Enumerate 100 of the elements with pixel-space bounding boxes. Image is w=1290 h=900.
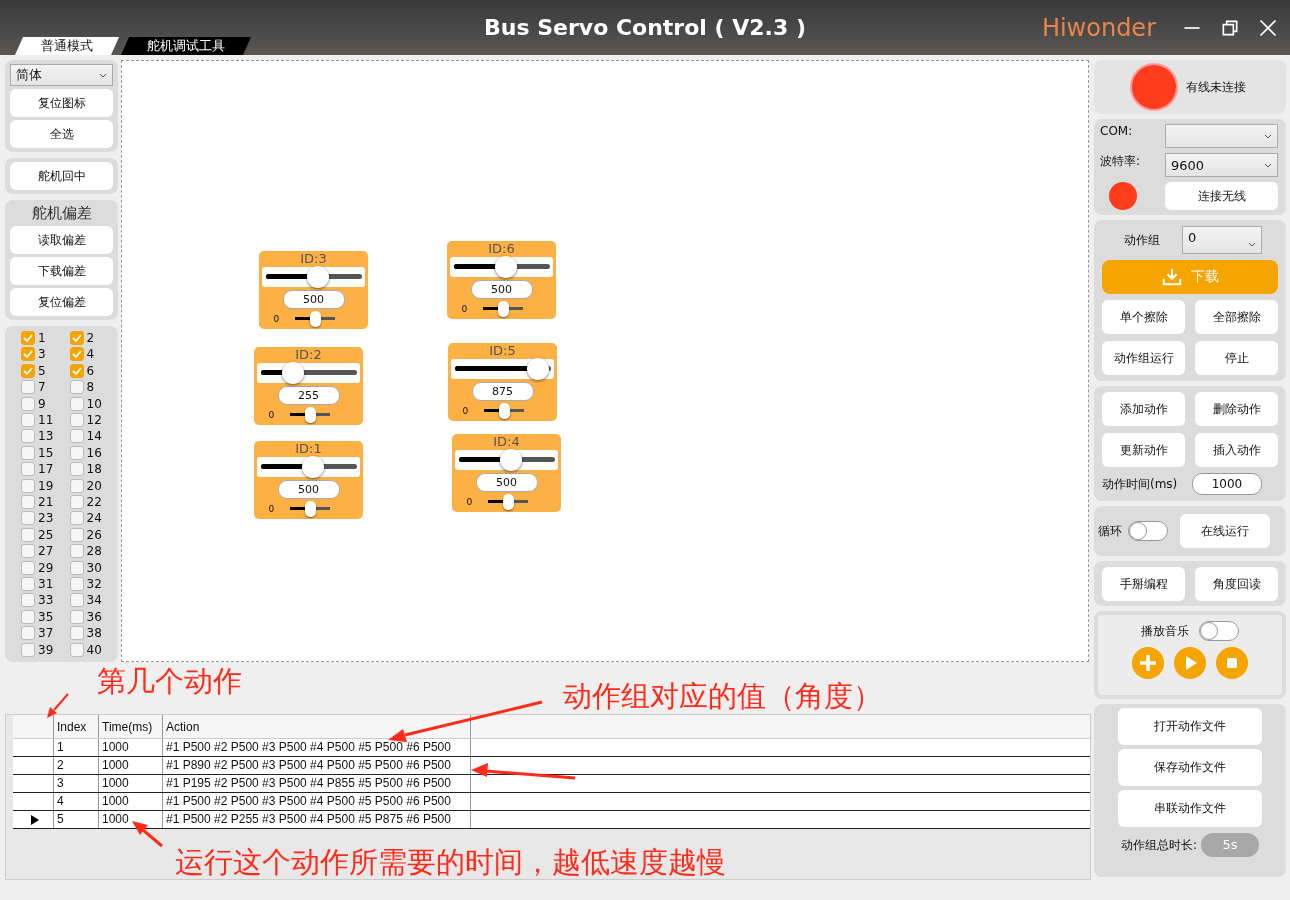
checkbox-label[interactable]: 12	[86, 412, 102, 427]
checkbox-label[interactable]: 2	[86, 331, 95, 345]
checkbox[interactable]	[21, 593, 35, 608]
checkbox-label[interactable]: 33	[38, 593, 54, 608]
table-row[interactable]: 1 1000 #1 P500 #2 P500 #3 P500 #4 P500 #5 P500 #6 P500	[13, 739, 1090, 757]
checkbox-label[interactable]: 7	[38, 380, 46, 395]
com-dropdown[interactable]	[1165, 124, 1278, 148]
group-dropdown[interactable]: 0	[1182, 226, 1262, 254]
checkbox[interactable]	[69, 511, 84, 526]
value-field[interactable]: 500	[282, 290, 345, 309]
checkbox-label[interactable]: 31	[38, 576, 54, 591]
checkbox-label[interactable]: 28	[86, 544, 102, 559]
checkbox[interactable]	[21, 462, 35, 477]
checkbox-label[interactable]: 19	[38, 478, 54, 493]
checkbox[interactable]	[69, 527, 84, 542]
checkbox[interactable]	[21, 527, 35, 542]
checkbox-label[interactable]: 11	[38, 412, 54, 427]
checkbox-label[interactable]: 8	[86, 380, 95, 395]
servo-slider[interactable]	[260, 456, 357, 478]
loop-toggle[interactable]	[1128, 521, 1168, 541]
button[interactable]: 动作组运行	[1102, 341, 1185, 375]
checkbox-label[interactable]: 6	[86, 363, 95, 378]
checkbox[interactable]	[69, 347, 84, 362]
checkbox[interactable]	[69, 560, 84, 575]
checkbox[interactable]	[21, 429, 35, 444]
servo-slider[interactable]	[454, 358, 551, 380]
table-row[interactable]: 3 1000 #1 P195 #2 P500 #3 P500 #4 P855 #5 P500 #6 P500	[13, 775, 1090, 793]
checkbox-label[interactable]: 32	[86, 576, 102, 591]
button[interactable]: 手掰编程	[1102, 567, 1185, 601]
checkbox-label[interactable]: 25	[38, 527, 54, 542]
tab[interactable]: 舵机调试工具	[121, 37, 251, 55]
checkbox[interactable]	[69, 445, 84, 460]
table-row[interactable]: 2 1000 #1 P890 #2 P500 #3 P500 #4 P500 #5 P500 #6 P500	[13, 757, 1090, 775]
value-field[interactable]: 500	[277, 480, 340, 499]
close-icon[interactable]	[1258, 17, 1278, 38]
button[interactable]: 下载偏差	[10, 257, 113, 285]
language-dropdown[interactable]: 简体	[10, 64, 113, 86]
checkbox-label[interactable]: 5	[38, 363, 46, 378]
tab[interactable]: 普通模式	[15, 37, 119, 55]
button[interactable]: 更新动作	[1102, 433, 1185, 467]
checkbox-label[interactable]: 15	[38, 445, 54, 460]
button[interactable]: 角度回读	[1195, 567, 1278, 601]
checkbox-label[interactable]: 9	[38, 396, 46, 411]
time-field[interactable]: 1000	[1192, 473, 1262, 495]
checkbox[interactable]	[21, 445, 35, 460]
checkbox[interactable]	[21, 380, 35, 395]
button[interactable]: 保存动作文件	[1118, 749, 1262, 786]
servo-slider[interactable]	[453, 256, 550, 278]
checkbox[interactable]	[69, 331, 84, 345]
add-icon[interactable]	[1132, 647, 1164, 679]
checkbox-label[interactable]: 20	[86, 478, 102, 493]
checkbox-label[interactable]: 35	[38, 609, 54, 624]
checkbox[interactable]	[69, 609, 84, 624]
button[interactable]: 读取偏差	[10, 226, 113, 254]
button[interactable]: 在线运行	[1180, 514, 1270, 548]
music-toggle[interactable]	[1199, 621, 1239, 641]
fine-slider[interactable]	[488, 494, 529, 510]
table-row[interactable]: 5 1000 #1 P500 #2 P255 #3 P500 #4 P500 #5 P875 #6 P500	[13, 811, 1090, 829]
button[interactable]: 添加动作	[1102, 392, 1185, 426]
stop-icon[interactable]	[1216, 647, 1248, 679]
checkbox-label[interactable]: 36	[86, 609, 102, 624]
fine-slider[interactable]	[290, 501, 331, 517]
table-row[interactable]: 4 1000 #1 P500 #2 P500 #3 P500 #4 P500 #5 P500 #6 P500	[13, 793, 1090, 811]
checkbox-label[interactable]: 30	[86, 560, 102, 575]
checkbox[interactable]	[21, 560, 35, 575]
button[interactable]: 单个擦除	[1102, 300, 1185, 334]
checkbox-label[interactable]: 40	[86, 642, 102, 657]
checkbox-label[interactable]: 14	[86, 429, 102, 444]
checkbox[interactable]	[69, 576, 84, 591]
checkbox-label[interactable]: 18	[86, 462, 102, 477]
checkbox[interactable]	[69, 626, 84, 641]
checkbox-label[interactable]: 21	[38, 494, 54, 509]
checkbox[interactable]	[69, 380, 84, 395]
button[interactable]: 打开动作文件	[1118, 708, 1262, 745]
checkbox-label[interactable]: 4	[86, 347, 95, 362]
checkbox[interactable]	[69, 363, 84, 378]
button[interactable]: 复位图标	[10, 89, 113, 117]
checkbox-label[interactable]: 10	[86, 396, 102, 411]
checkbox-label[interactable]: 16	[86, 445, 102, 460]
checkbox-label[interactable]: 23	[38, 511, 54, 526]
checkbox[interactable]	[69, 478, 84, 493]
button[interactable]: 复位偏差	[10, 288, 113, 316]
checkbox[interactable]	[21, 396, 35, 411]
checkbox[interactable]	[21, 331, 35, 345]
play-icon[interactable]	[1174, 647, 1206, 679]
checkbox[interactable]	[69, 462, 84, 477]
checkbox-label[interactable]: 1	[38, 331, 46, 345]
button[interactable]: 串联动作文件	[1118, 790, 1262, 827]
value-field[interactable]: 500	[470, 280, 533, 299]
checkbox-label[interactable]: 3	[38, 347, 46, 362]
value-field[interactable]: 255	[277, 386, 340, 405]
checkbox-label[interactable]: 39	[38, 642, 54, 657]
baud-dropdown[interactable]: 9600	[1165, 153, 1278, 177]
checkbox[interactable]	[21, 609, 35, 624]
button[interactable]: 停止	[1195, 341, 1278, 375]
checkbox[interactable]	[69, 593, 84, 608]
checkbox-label[interactable]: 38	[86, 626, 102, 641]
checkbox-label[interactable]: 37	[38, 626, 54, 641]
checkbox[interactable]	[21, 347, 35, 362]
button[interactable]: 舵机回中	[10, 162, 113, 190]
